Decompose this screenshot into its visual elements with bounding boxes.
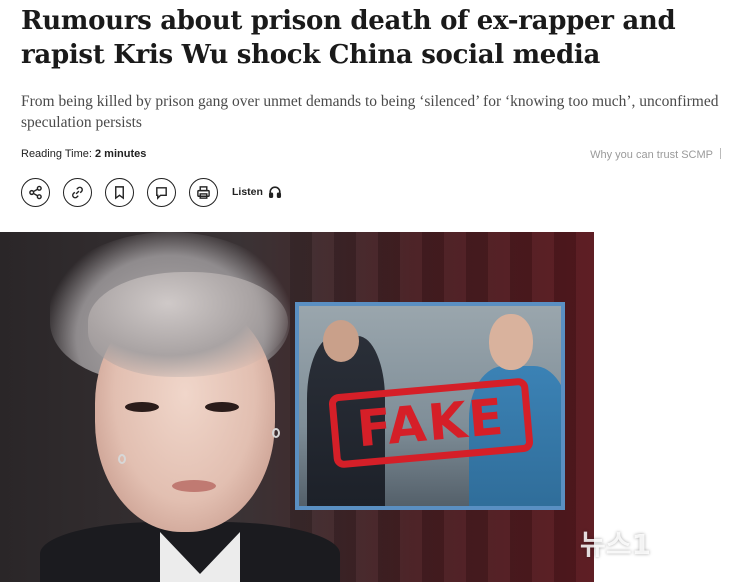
reading-time-label: Reading Time: <box>21 148 92 160</box>
article-subheadline: From being killed by prison gang over un… <box>21 93 719 131</box>
comment-icon <box>156 186 167 200</box>
bookmark-button[interactable] <box>105 177 134 207</box>
hero-mouth <box>172 480 216 492</box>
reading-time-value: 2 minutes <box>95 148 147 160</box>
link-icon <box>72 186 83 198</box>
printer-icon <box>197 185 210 199</box>
trust-link-label[interactable]: Why you can trust SCMP <box>590 149 713 161</box>
article-toolbar: Listen <box>21 177 282 207</box>
trust-link[interactable]: Why you can trust SCMP <box>590 148 721 161</box>
article-headline: Rumours about prison death of ex-rapper … <box>21 6 676 70</box>
hero-eye-left <box>125 402 159 412</box>
hero-earring-right <box>272 428 280 438</box>
listen-button[interactable]: Listen <box>232 185 282 199</box>
share-button[interactable] <box>21 177 50 207</box>
print-button[interactable] <box>189 177 218 207</box>
share-icon <box>29 185 42 199</box>
inset-photo: FAKE <box>295 302 565 510</box>
listen-label[interactable]: Listen <box>232 186 263 198</box>
reading-time: Reading Time: 2 minutes <box>21 148 146 160</box>
bookmark-icon <box>115 185 124 200</box>
hero-eye-right <box>205 402 239 412</box>
inset-guard-head <box>323 320 359 362</box>
watermark-logo: 뉴스1 <box>580 528 652 561</box>
comment-button[interactable] <box>147 177 176 207</box>
inset-prisoner-head <box>489 314 533 370</box>
headphones-icon <box>268 186 281 199</box>
news1-watermark: 뉴스1 <box>580 518 651 568</box>
hero-earring-left <box>118 454 126 464</box>
divider <box>720 148 721 159</box>
copy-link-button[interactable] <box>63 177 92 207</box>
